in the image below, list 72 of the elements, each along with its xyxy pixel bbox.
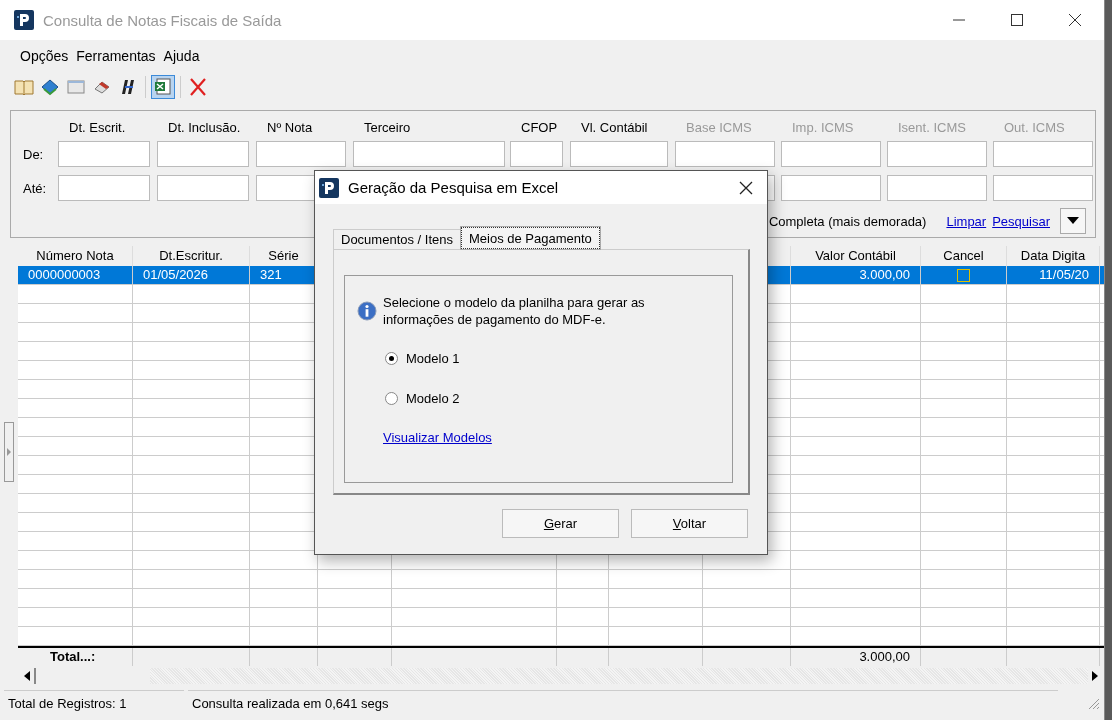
app-logo-icon	[319, 177, 339, 198]
filter-label: CFOP	[521, 120, 558, 135]
radio-option[interactable]: Modelo 2	[385, 390, 718, 406]
filter-field[interactable]	[510, 141, 563, 167]
table-cell: 3.000,00	[859, 266, 910, 284]
option-label: Completa (mais demorada)	[768, 213, 927, 229]
dropdown-button[interactable]	[1060, 208, 1086, 234]
dialog-title: Geração da Pesquisa em Excel	[348, 179, 559, 196]
filter-label: Terceiro	[364, 120, 411, 135]
filter-label: Nº Nota	[267, 120, 313, 135]
row-label: De:	[23, 147, 44, 162]
link[interactable]: Visualizar Modelos	[383, 430, 492, 445]
close-icon[interactable]	[1068, 13, 1082, 27]
filter-label: Base ICMS	[686, 120, 752, 135]
message-text: Selecione o modelo da planilha para gerar as informações de pagamento do MDF-e.	[383, 294, 646, 328]
back-button[interactable]: Voltar	[631, 509, 748, 538]
table-cell: 321	[260, 266, 282, 284]
filter-field[interactable]	[887, 141, 987, 167]
row-label: Até:	[23, 181, 47, 196]
column-header[interactable]: Série	[268, 247, 299, 265]
app-logo-icon	[14, 10, 34, 30]
filter-field[interactable]	[887, 175, 987, 201]
menu-item[interactable]: Ajuda	[163, 48, 200, 64]
caret-icon[interactable]	[1067, 217, 1079, 225]
column-header[interactable]: Valor Contábil	[815, 247, 896, 265]
filter-label: Isent. ICMS	[898, 120, 966, 135]
column-header[interactable]: Número Nota	[36, 247, 114, 265]
filter-label: Vl. Contábil	[581, 120, 648, 135]
filter-field[interactable]	[781, 175, 881, 201]
filter-field[interactable]	[353, 141, 505, 167]
status-text: Consulta realizada em 0,641 segs	[188, 690, 1058, 716]
tab[interactable]: Meios de Pagamento	[461, 227, 600, 249]
resize-grip-icon[interactable]	[1086, 696, 1100, 710]
filter-label: Imp. ICMS	[792, 120, 854, 135]
window-title: Consulta de Notas Fiscais de Saída	[43, 11, 282, 29]
filter-field[interactable]	[993, 141, 1093, 167]
filter-label: Dt. Escrit.	[69, 120, 126, 135]
filter-field[interactable]	[993, 175, 1093, 201]
table-cell: 11/05/20	[1039, 266, 1089, 284]
splitter-handle[interactable]	[4, 422, 14, 482]
filter-field[interactable]	[256, 141, 346, 167]
column-header[interactable]: Cancel	[943, 247, 984, 265]
filter-field[interactable]	[157, 175, 249, 201]
generate-button[interactable]: Gerar	[502, 509, 619, 538]
filter-label: Dt. Inclusão.	[168, 120, 241, 135]
filter-field[interactable]	[58, 141, 150, 167]
menu-item[interactable]: Ferramentas	[76, 48, 156, 64]
link[interactable]: Pesquisar	[992, 213, 1050, 229]
column-header[interactable]: Data Digita	[1020, 247, 1086, 265]
table-cell: 01/05/2026	[143, 266, 209, 284]
tab[interactable]: Documentos / Itens	[333, 229, 461, 249]
scroll-right-icon[interactable]	[1092, 671, 1098, 681]
scroll-left-icon[interactable]	[24, 671, 30, 681]
table-cell: 0000000003	[28, 266, 101, 284]
total-label: Total...:	[49, 648, 96, 666]
menu-item[interactable]: Opções	[20, 48, 69, 64]
checkbox[interactable]	[957, 268, 970, 282]
radio-option[interactable]: Modelo 1	[385, 350, 718, 366]
link[interactable]: Limpar	[946, 213, 987, 229]
column-header[interactable]: Dt.Escritur.	[159, 247, 223, 265]
horizontal-scrollbar[interactable]	[18, 666, 1104, 686]
filter-field[interactable]	[781, 141, 881, 167]
filter-field[interactable]	[570, 141, 668, 167]
filter-field[interactable]	[157, 141, 249, 167]
info-icon	[357, 301, 377, 321]
close-icon[interactable]	[739, 180, 753, 195]
filter-field[interactable]	[675, 141, 775, 167]
status-text: Total de Registros: 1	[4, 690, 184, 716]
maximize-icon[interactable]	[1010, 13, 1024, 27]
filter-field[interactable]	[58, 175, 150, 201]
total-value: 3.000,00	[859, 648, 910, 666]
filter-label: Out. ICMS	[1004, 120, 1065, 135]
